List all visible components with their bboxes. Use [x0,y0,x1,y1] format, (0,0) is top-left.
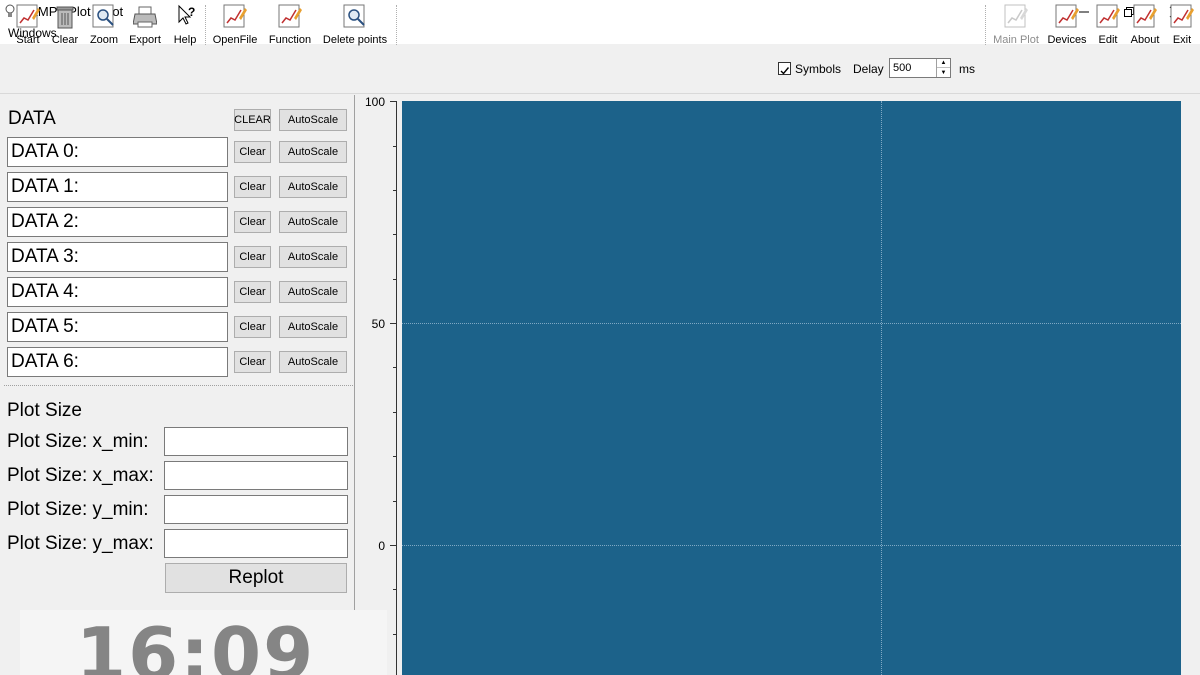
openfile-button[interactable]: OpenFile [213,4,257,48]
plot-canvas[interactable] [402,101,1181,675]
y-max-input[interactable] [164,529,348,558]
chart-pencil-icon [223,4,247,28]
symbols-label: Symbols [795,62,842,76]
chart-pencil-icon [16,4,40,28]
clear-data-0-button[interactable]: Clear [234,141,271,163]
clear-data-4-button[interactable]: Clear [234,281,271,303]
section-divider [4,385,353,386]
y-axis [396,101,397,675]
delay-value: 500 [893,62,912,74]
clear-data-5-button[interactable]: Clear [234,316,271,338]
autoscale-all-button[interactable]: AutoScale [279,109,347,131]
toolbar-separator [205,5,206,45]
data-field-3[interactable]: DATA 3: [7,242,228,272]
start-button[interactable]: Start [13,4,43,48]
autoscale-data-5-button[interactable]: AutoScale [279,316,347,338]
autoscale-data-3-button[interactable]: AutoScale [279,246,347,268]
clear-button[interactable]: Clear [50,4,80,48]
export-button[interactable]: Export [127,4,163,48]
data-field-0[interactable]: DATA 0: [7,137,228,167]
y-min-label: Plot Size: y_min: [7,499,149,520]
devices-button[interactable]: Devices [1046,4,1088,48]
zoom-button[interactable]: Zoom [88,4,120,48]
y-axis-tick [390,323,396,324]
spin-down-icon[interactable]: ▼ [937,68,950,77]
autoscale-data-4-button[interactable]: AutoScale [279,281,347,303]
symbols-checkbox[interactable] [778,62,791,75]
main-plot-button[interactable]: Main Plot [992,4,1040,48]
autoscale-data-2-button[interactable]: AutoScale [279,211,347,233]
help-button[interactable]: ? Help [171,4,199,48]
panel-splitter[interactable] [354,95,355,675]
y-axis-minor-tick [393,456,396,457]
y-axis-minor-tick [393,190,396,191]
data-field-4[interactable]: DATA 4: [7,277,228,307]
svg-text:?: ? [188,5,195,19]
delete-points-button[interactable]: Delete points [320,4,390,48]
clock-time: 16:09 [76,612,316,675]
clear-data-2-button[interactable]: Clear [234,211,271,233]
data-field-1[interactable]: DATA 1: [7,172,228,202]
spin-up-icon[interactable]: ▲ [937,59,950,68]
grid-line-vertical [881,101,882,675]
trash-can-icon [56,6,74,29]
y-min-input[interactable] [164,495,348,524]
autoscale-data-6-button[interactable]: AutoScale [279,351,347,373]
zoom-magnifier-icon [92,4,114,28]
toolbar-separator [396,5,397,45]
data-field-2[interactable]: DATA 2: [7,207,228,237]
clear-data-1-button[interactable]: Clear [234,176,271,198]
y-tick-label-50: 50 [371,317,385,331]
chart-pencil-icon [278,4,302,28]
y-axis-minor-tick [393,634,396,635]
y-axis-minor-tick [393,412,396,413]
y-axis-minor-tick [393,589,396,590]
y-axis-minor-tick [393,279,396,280]
autoscale-data-1-button[interactable]: AutoScale [279,176,347,198]
y-axis-minor-tick [393,146,396,147]
plot-size-heading: Plot Size [7,400,82,421]
x-max-label: Plot Size: x_max: [7,465,154,486]
toolbar [0,44,1200,94]
checkmark-icon [780,67,790,75]
x-min-input[interactable] [164,427,348,456]
clear-data-6-button[interactable]: Clear [234,351,271,373]
delay-spinbox[interactable]: 500 ▲ ▼ [889,58,951,78]
x-min-label: Plot Size: x_min: [7,431,149,452]
autoscale-data-0-button[interactable]: AutoScale [279,141,347,163]
edit-button[interactable]: Edit [1095,4,1121,48]
y-max-label: Plot Size: y_max: [7,533,154,554]
data-field-6[interactable]: DATA 6: [7,347,228,377]
chart-pencil-icon [1096,4,1120,28]
data-heading: DATA [8,108,56,129]
toolbar-separator [985,5,986,45]
zoom-magnifier-icon [343,4,365,28]
chart-pencil-icon [1170,4,1194,28]
y-axis-tick [390,101,396,102]
grid-line-horizontal [402,545,1181,546]
y-axis-tick [390,545,396,546]
about-button[interactable]: About [1128,4,1162,48]
y-tick-label-0: 0 [378,539,385,553]
delay-label: Delay [853,62,884,76]
chart-pencil-icon [1004,4,1028,28]
exit-button[interactable]: Exit [1169,4,1195,48]
grid-line-horizontal [402,323,1181,324]
clear-all-button[interactable]: CLEAR [234,109,271,131]
y-axis-minor-tick [393,234,396,235]
y-axis-minor-tick [393,501,396,502]
replot-button[interactable]: Replot [165,563,347,593]
chart-pencil-icon [1133,4,1157,28]
y-tick-label-100: 100 [364,95,385,109]
y-axis-minor-tick [393,367,396,368]
clear-data-3-button[interactable]: Clear [234,246,271,268]
data-field-5[interactable]: DATA 5: [7,312,228,342]
chart-pencil-icon [1055,4,1079,28]
clock-widget: 16:09 [20,610,387,675]
x-max-input[interactable] [164,461,348,490]
help-cursor-icon: ? [178,4,195,25]
function-button[interactable]: Function [267,4,313,48]
delay-unit: ms [959,62,975,76]
printer-icon [133,6,157,28]
